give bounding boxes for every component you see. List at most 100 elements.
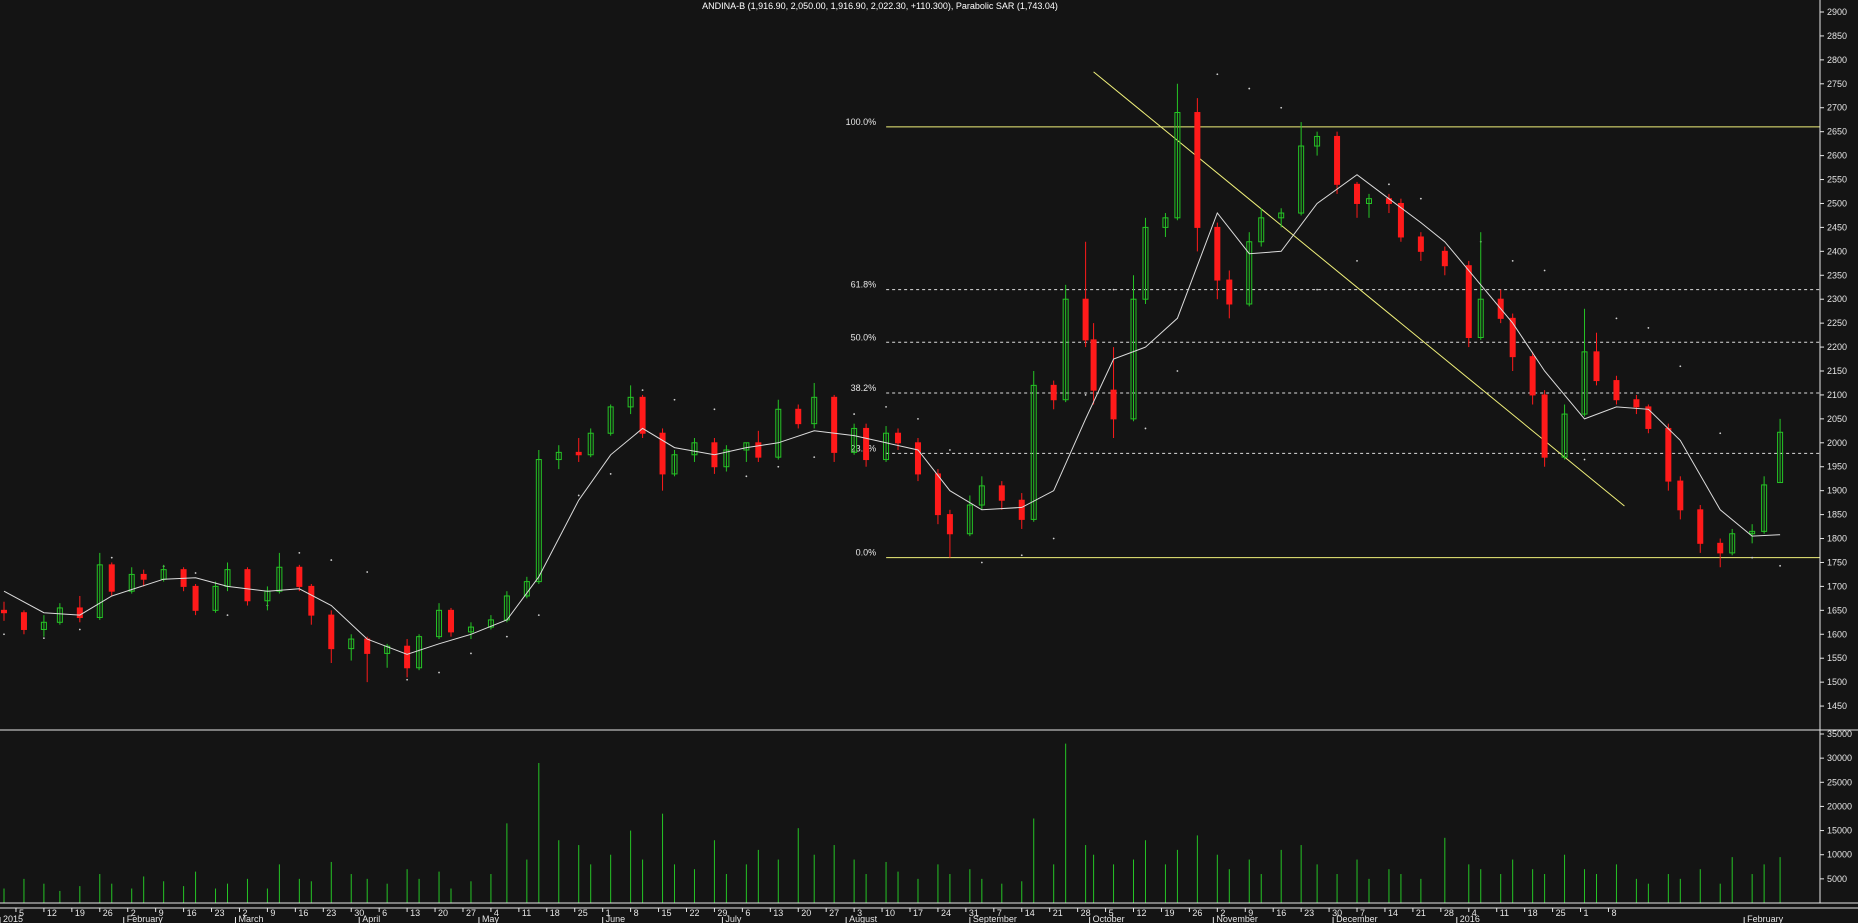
sar-dot [1543, 269, 1546, 272]
price-tick-label: 2400 [1827, 246, 1847, 256]
date-tick-label: 16 [187, 908, 197, 918]
candles-series [0, 83, 1784, 683]
date-tick-label: 22 [689, 908, 699, 918]
candle-body [1082, 298, 1089, 341]
candle-body [934, 473, 941, 516]
fibonacci-levels: 100.0%61.8%50.0%38.2%23.6%0.0% [846, 117, 1820, 559]
candle-body [140, 573, 147, 580]
price-tick-label: 1700 [1827, 581, 1847, 591]
sar-dot [917, 417, 919, 420]
candle-body [1697, 509, 1704, 544]
sar-dot [713, 408, 716, 411]
sar-dot [1020, 554, 1023, 557]
sar-dot [885, 406, 887, 408]
date-tick-label: 26 [103, 908, 113, 918]
candle-body [108, 564, 115, 592]
date-tick-label: 11 [1500, 908, 1509, 918]
date-tick-label: 13 [773, 908, 783, 918]
date-tick-label: 27 [466, 908, 476, 918]
candle-body [296, 566, 303, 587]
price-tick-label: 2100 [1827, 390, 1847, 400]
candle-body [1717, 542, 1724, 554]
candle-body [1354, 183, 1361, 204]
candle-body [1593, 351, 1600, 382]
month-tick-label: September [973, 914, 1017, 923]
candle-body [364, 638, 371, 654]
date-tick-label: 16 [1276, 908, 1286, 918]
month-tick-label: February [127, 914, 164, 923]
price-tick-label: 1650 [1827, 605, 1847, 615]
price-tick-label: 2150 [1827, 366, 1847, 376]
sar-dot [1052, 537, 1055, 540]
sar-dot [1615, 317, 1618, 320]
candle-body [192, 585, 199, 611]
sar-dot [745, 475, 748, 478]
sar-dot [777, 465, 780, 468]
sar-dot [1356, 260, 1358, 262]
date-tick-label: 13 [410, 908, 420, 918]
sar-dot [1248, 87, 1251, 90]
price-tick-label: 2350 [1827, 270, 1847, 280]
volume-tick-label: 15000 [1827, 826, 1852, 836]
sar-dot [1280, 106, 1283, 109]
sar-dot [853, 413, 856, 415]
volume-tick-label: 5000 [1827, 874, 1847, 884]
fib-level-label: 50.0% [851, 332, 877, 342]
sar-dot [1779, 564, 1781, 567]
candle-body [20, 612, 27, 630]
price-tick-label: 2700 [1827, 103, 1847, 113]
volume-tick-label: 10000 [1827, 850, 1852, 860]
price-tick-label: 2050 [1827, 414, 1847, 424]
candle-body [1529, 356, 1536, 396]
candlestick-chart[interactable]: ANDINA-B (1,916.90, 2,050.00, 1,916.90, … [0, 0, 1858, 923]
candle-body [795, 408, 802, 425]
sar-dot [641, 389, 644, 392]
date-tick-label: 1 [1584, 908, 1589, 918]
date-tick-label: 23 [215, 908, 225, 918]
date-tick-label: 8 [634, 908, 639, 918]
candle-body [1110, 389, 1117, 420]
parabolic-sar-series [3, 73, 1781, 681]
candle-body [308, 585, 315, 616]
month-tick-label: October [1093, 914, 1125, 923]
candle-body [914, 442, 921, 475]
price-tick-label: 2250 [1827, 318, 1847, 328]
date-tick-label: 6 [745, 908, 750, 918]
candle-body [1334, 135, 1341, 185]
sar-dot [366, 571, 369, 573]
candle-body [895, 432, 902, 444]
candle-body [1633, 399, 1640, 408]
date-tick-label: 8 [1611, 908, 1616, 918]
date-tick-label: 28 [1444, 908, 1454, 918]
sar-dot [577, 494, 580, 497]
price-tick-label: 1550 [1827, 653, 1847, 663]
date-tick-label: 15 [662, 908, 672, 918]
sar-dot [813, 456, 816, 459]
price-tick-label: 2200 [1827, 342, 1847, 352]
candle-body [1665, 427, 1672, 482]
candle-body [1050, 384, 1057, 401]
candle-body [1441, 250, 1448, 267]
price-tick-label: 1450 [1827, 701, 1847, 711]
date-tick-label: 6 [382, 908, 387, 918]
sar-dot [1112, 288, 1115, 291]
sar-dot [1084, 394, 1087, 396]
date-tick-label: 19 [75, 908, 85, 918]
price-tick-label: 2300 [1827, 294, 1847, 304]
price-tick-label: 2850 [1827, 31, 1847, 41]
candle-body [0, 609, 7, 614]
month-tick-label: 2015 [3, 914, 23, 923]
date-tick-label: 25 [1556, 908, 1566, 918]
month-tick-label: March [238, 914, 263, 923]
candle-body [1509, 317, 1516, 358]
sar-dot [298, 551, 301, 554]
candle-body [1645, 406, 1652, 429]
sar-dot [330, 559, 333, 561]
candle-body [1090, 339, 1097, 391]
sar-dot [406, 678, 409, 681]
date-tick-label: 18 [1528, 908, 1538, 918]
price-tick-label: 2750 [1827, 79, 1847, 89]
price-tick-label: 1500 [1827, 677, 1847, 687]
date-tick-label: 18 [550, 908, 560, 918]
sar-dot [1144, 427, 1147, 430]
